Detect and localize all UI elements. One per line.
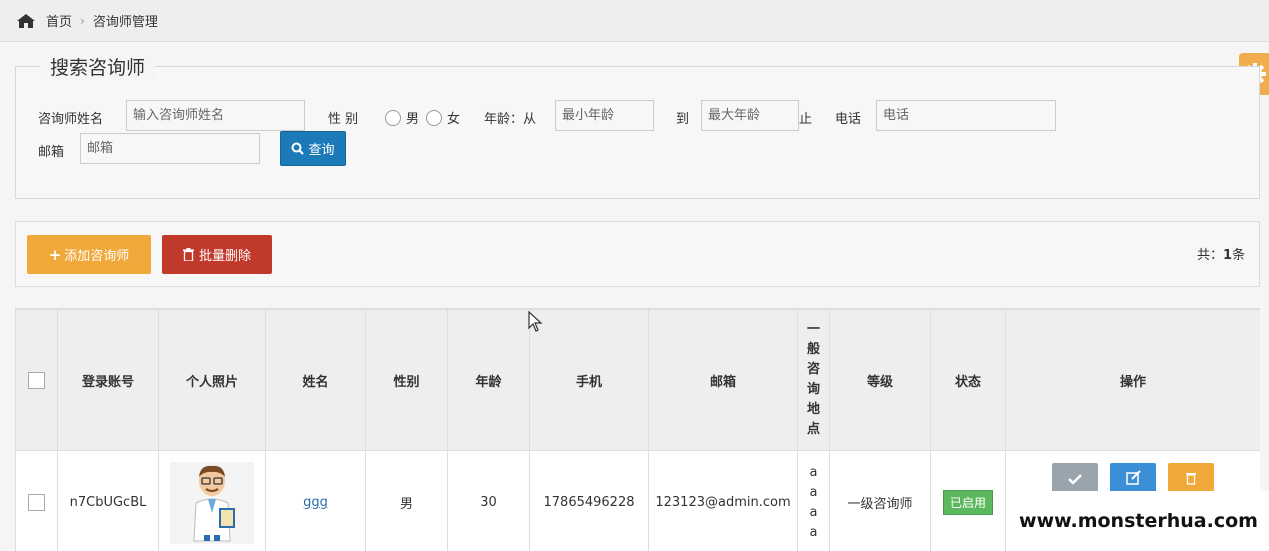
phone-input[interactable] (876, 100, 1056, 131)
age-end-label: 止 (799, 112, 813, 127)
header-status: 状态 (930, 309, 1006, 451)
cell-gender: 男 (365, 450, 448, 551)
gender-male-radio[interactable] (385, 110, 401, 126)
gender-male-label: 男 (406, 112, 420, 127)
age-to-label: 到 (676, 112, 690, 127)
home-icon[interactable] (16, 13, 36, 29)
query-button-label: 查询 (308, 143, 335, 158)
gender-label: 性 别 (328, 112, 359, 127)
cell-age: 30 (447, 450, 530, 551)
enable-button[interactable] (1051, 463, 1098, 493)
header-phone: 手机 (529, 309, 649, 451)
email-input[interactable] (80, 133, 260, 164)
cell-email: 123123@admin.com (648, 450, 798, 551)
add-counselor-button[interactable]: + 添加咨询师 (27, 235, 151, 274)
header-actions: 操作 (1005, 309, 1260, 451)
header-location: 一般咨询地点 (797, 309, 830, 451)
status-badge: 已启用 (942, 490, 993, 515)
row-select[interactable] (15, 450, 58, 551)
select-all-checkbox[interactable] (28, 371, 45, 389)
delete-button[interactable] (1168, 463, 1215, 493)
plus-icon: + (48, 245, 62, 264)
edit-icon (1126, 470, 1141, 485)
watermark: www.monsterhua.com (1008, 491, 1269, 551)
header-select-all[interactable] (15, 309, 58, 451)
batch-delete-label: 批量删除 (198, 249, 251, 264)
add-counselor-label: 添加咨询师 (64, 249, 130, 264)
cell-name[interactable]: ggg (265, 450, 366, 551)
age-label: 年龄：从 (484, 112, 537, 127)
age-min-input[interactable] (555, 100, 654, 131)
name-label: 咨询师姓名 (38, 112, 104, 127)
cell-level: 一级咨询师 (829, 450, 931, 551)
breadcrumb-separator: › (80, 13, 85, 28)
name-input[interactable] (126, 100, 305, 131)
doctor-avatar-icon (193, 465, 235, 541)
search-panel: 搜索咨询师 咨询师姓名 性 别 男 女 年龄：从 到 止 电话 邮箱 查询 (15, 53, 1260, 199)
breadcrumb: 首页 › 咨询师管理 (0, 0, 1269, 42)
edit-button[interactable] (1110, 463, 1156, 493)
batch-delete-button[interactable]: 批量删除 (162, 235, 272, 274)
counselor-name-link[interactable]: ggg (303, 495, 328, 510)
email-label: 邮箱 (38, 145, 65, 160)
record-count: 共：1条 (1197, 248, 1246, 263)
breadcrumb-home[interactable]: 首页 (46, 11, 72, 30)
query-button[interactable]: 查询 (280, 131, 346, 166)
table-header-row: 登录账号 个人照片 姓名 性别 年龄 手机 邮箱 一般咨询地点 等级 状态 操作 (15, 309, 1260, 451)
trash-icon (1186, 473, 1197, 485)
header-level: 等级 (829, 309, 931, 451)
gender-female-radio[interactable] (426, 110, 442, 126)
trash-icon (182, 248, 194, 261)
cell-location: aaaa (797, 450, 830, 551)
cell-status: 已启用 (930, 450, 1006, 551)
header-gender: 性别 (365, 309, 448, 451)
search-legend: 搜索咨询师 (40, 53, 156, 80)
gender-female-label: 女 (447, 112, 461, 127)
phone-label: 电话 (835, 112, 862, 127)
header-photo: 个人照片 (158, 309, 266, 451)
header-age: 年龄 (447, 309, 530, 451)
search-icon (291, 142, 305, 155)
counselor-photo (170, 461, 254, 544)
row-checkbox[interactable] (28, 494, 45, 511)
cell-photo (158, 450, 266, 551)
header-account: 登录账号 (57, 309, 159, 451)
mouse-cursor-icon (528, 311, 543, 332)
cell-account: n7CbUGcBL (57, 450, 159, 551)
header-name: 姓名 (265, 309, 366, 451)
breadcrumb-current: 咨询师管理 (92, 15, 158, 30)
header-email: 邮箱 (648, 309, 798, 451)
age-max-input[interactable] (701, 100, 799, 131)
check-icon (1067, 474, 1082, 485)
cell-phone: 17865496228 (529, 450, 649, 551)
